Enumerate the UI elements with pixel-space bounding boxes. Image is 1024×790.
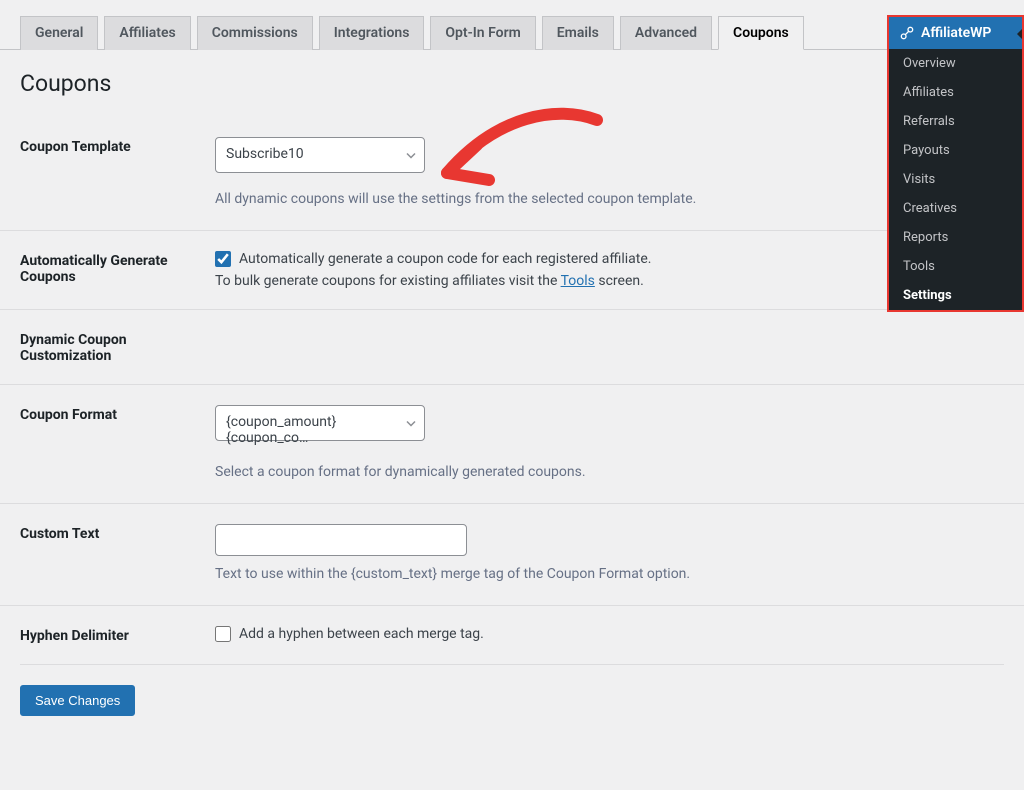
flyout-title: AffiliateWP (921, 25, 991, 41)
flyout-item-overview[interactable]: Overview (889, 49, 1022, 78)
auto-generate-help-prefix: To bulk generate coupons for existing af… (215, 273, 561, 289)
label-hyphen-delimiter: Hyphen Delimiter (20, 626, 215, 644)
coupon-format-description: Select a coupon format for dynamically g… (215, 462, 1004, 483)
flyout-item-visits[interactable]: Visits (889, 165, 1022, 194)
auto-generate-checkbox[interactable] (215, 251, 231, 267)
tab-integrations[interactable]: Integrations (319, 16, 425, 50)
row-auto-generate: Automatically Generate Coupons Automatic… (0, 230, 1024, 309)
flyout-item-creatives[interactable]: Creatives (889, 194, 1022, 223)
custom-text-input[interactable] (215, 524, 467, 556)
tab-emails[interactable]: Emails (542, 16, 614, 50)
coupon-template-selected-value: Subscribe10 (216, 138, 424, 170)
tab-advanced[interactable]: Advanced (620, 16, 712, 50)
flyout-item-payouts[interactable]: Payouts (889, 136, 1022, 165)
coupon-template-select[interactable]: Subscribe10 (215, 137, 425, 173)
label-custom-text: Custom Text (20, 524, 215, 542)
auto-generate-help-suffix: screen. (595, 273, 644, 289)
save-row: Save Changes (0, 665, 1024, 736)
label-coupon-template: Coupon Template (20, 137, 215, 155)
hyphen-checkbox-text: Add a hyphen between each merge tag. (239, 626, 484, 642)
flyout-item-tools[interactable]: Tools (889, 252, 1022, 281)
tools-link[interactable]: Tools (561, 273, 595, 289)
tab-affiliates[interactable]: Affiliates (104, 16, 190, 50)
auto-generate-checkbox-text: Automatically generate a coupon code for… (239, 251, 651, 267)
flyout-item-reports[interactable]: Reports (889, 223, 1022, 252)
row-coupon-format: Coupon Format {coupon_amount}{coupon_co…… (0, 384, 1024, 503)
auto-generate-checkbox-label[interactable]: Automatically generate a coupon code for… (215, 251, 1004, 267)
tab-commissions[interactable]: Commissions (197, 16, 313, 50)
save-changes-button[interactable]: Save Changes (20, 685, 135, 716)
flyout-pointer-icon (1017, 29, 1022, 39)
settings-tabs: General Affiliates Commissions Integrati… (0, 15, 1024, 50)
row-custom-text: Custom Text Text to use within the {cust… (0, 503, 1024, 605)
coupon-format-selected-value: {coupon_amount}{coupon_co… (216, 406, 424, 454)
label-auto-generate: Automatically Generate Coupons (20, 251, 215, 285)
label-coupon-format: Coupon Format (20, 405, 215, 423)
flyout-item-affiliates[interactable]: Affiliates (889, 78, 1022, 107)
tab-coupons[interactable]: Coupons (718, 16, 804, 50)
coupon-format-select[interactable]: {coupon_amount}{coupon_co… (215, 405, 425, 441)
label-dynamic-customization: Dynamic Coupon Customization (20, 330, 215, 364)
row-dynamic-customization: Dynamic Coupon Customization (0, 309, 1024, 384)
affiliatewp-flyout-menu: AffiliateWP Overview Affiliates Referral… (887, 15, 1024, 312)
row-hyphen-delimiter: Hyphen Delimiter Add a hyphen between ea… (0, 605, 1024, 664)
tab-general[interactable]: General (20, 16, 98, 50)
hyphen-checkbox-label[interactable]: Add a hyphen between each merge tag. (215, 626, 1004, 642)
flyout-header[interactable]: AffiliateWP (889, 17, 1022, 49)
affiliatewp-logo-icon (899, 25, 915, 41)
row-coupon-template: Coupon Template Subscribe10 All dynamic … (0, 107, 1024, 230)
coupon-template-description: All dynamic coupons will use the setting… (215, 189, 1004, 210)
hyphen-checkbox[interactable] (215, 626, 231, 642)
page-title: Coupons (0, 50, 1024, 107)
tab-opt-in-form[interactable]: Opt-In Form (430, 16, 535, 50)
flyout-item-settings[interactable]: Settings (889, 281, 1022, 310)
flyout-item-referrals[interactable]: Referrals (889, 107, 1022, 136)
custom-text-description: Text to use within the {custom_text} mer… (215, 564, 1004, 585)
